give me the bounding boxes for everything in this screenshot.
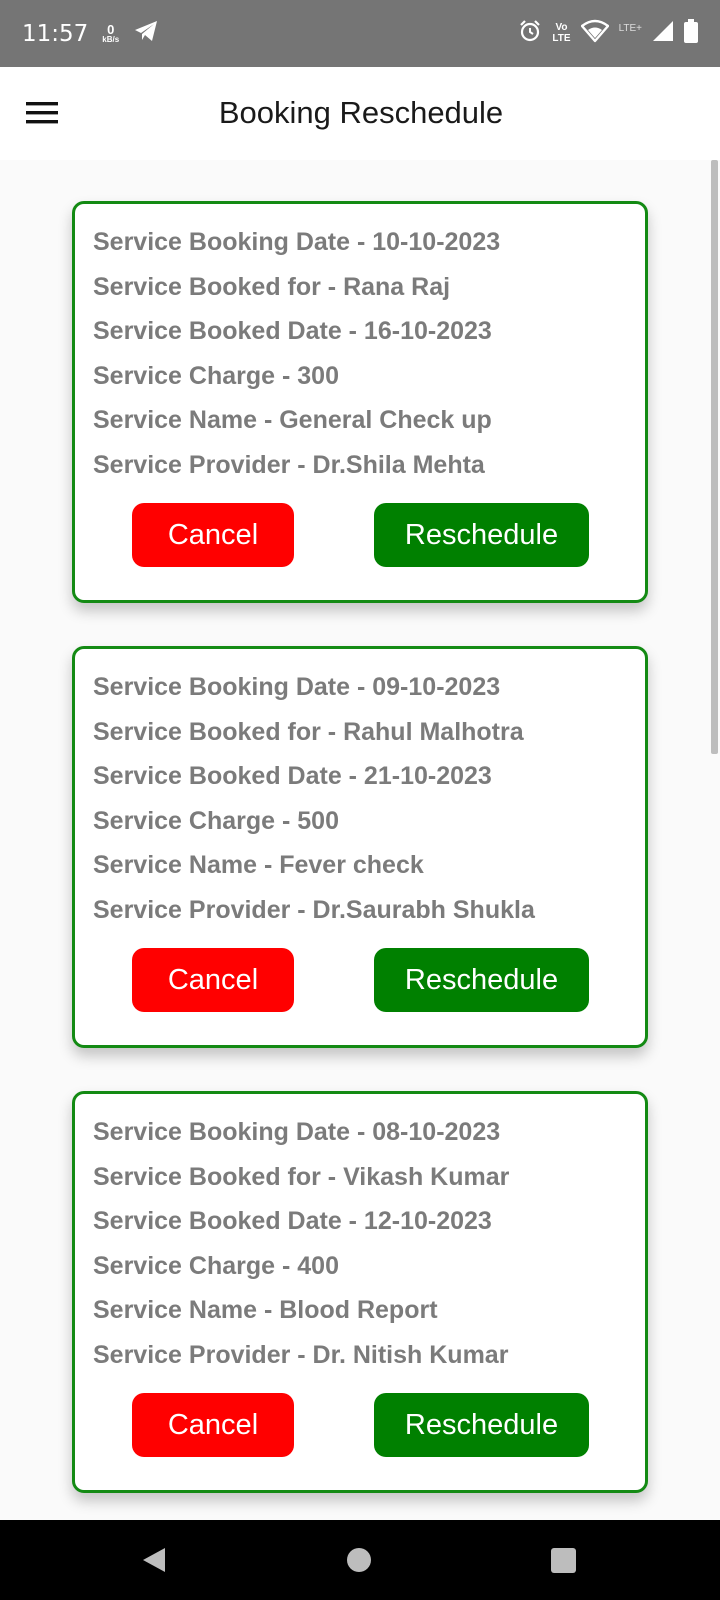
service-provider: Service Provider - Dr. Nitish Kumar — [93, 1340, 509, 1369]
cancel-button[interactable]: Cancel — [132, 1393, 294, 1457]
booked-for: Service Booked for - Rana Raj — [93, 272, 451, 301]
volte-bottom: LTE — [552, 32, 571, 44]
wifi-icon — [580, 19, 609, 48]
cancel-button[interactable]: Cancel — [132, 503, 294, 567]
service-charge: Service Charge - 500 — [93, 806, 339, 835]
service-name: Service Name - Blood Report — [93, 1296, 438, 1324]
telegram-icon — [133, 19, 159, 48]
booking-date: Service Booking Date - 08-10-2023 — [93, 1118, 501, 1146]
booked-date: Service Booked Date - 12-10-2023 — [93, 1207, 492, 1235]
alarm-icon — [518, 19, 542, 48]
home-icon[interactable] — [347, 1548, 371, 1572]
network-speed: 0 kB/s — [102, 23, 119, 44]
reschedule-button[interactable]: Reschedule — [374, 1393, 589, 1457]
volte-icon: Vo LTE — [552, 22, 571, 44]
status-time: 11:57 — [22, 20, 89, 47]
booking-card: Service Booking Date - 08-10-2023 Servic… — [72, 1091, 648, 1493]
signal-icon — [652, 20, 674, 47]
service-provider: Service Provider - Dr.Saurabh Shukla — [93, 895, 535, 924]
cancel-button[interactable]: Cancel — [132, 948, 294, 1012]
network-speed-unit: kB/s — [102, 35, 120, 44]
booking-list[interactable]: Service Booking Date - 10-10-2023 Servic… — [0, 160, 720, 1520]
service-provider: Service Provider - Dr.Shila Mehta — [93, 450, 485, 479]
reschedule-button[interactable]: Reschedule — [374, 503, 589, 567]
system-nav-bar — [0, 1520, 720, 1600]
scrollbar[interactable] — [711, 160, 718, 754]
booking-date: Service Booking Date - 10-10-2023 — [93, 228, 501, 256]
service-charge: Service Charge - 400 — [93, 1251, 339, 1280]
battery-icon — [684, 19, 698, 48]
back-icon[interactable] — [141, 1546, 167, 1579]
app-bar: Booking Reschedule — [0, 67, 720, 160]
service-name: Service Name - General Check up — [93, 406, 492, 434]
booked-for: Service Booked for - Vikash Kumar — [93, 1162, 510, 1191]
booked-for: Service Booked for - Rahul Malhotra — [93, 717, 524, 746]
recents-icon[interactable] — [551, 1548, 576, 1573]
booking-date: Service Booking Date - 09-10-2023 — [93, 673, 501, 701]
booked-date: Service Booked Date - 16-10-2023 — [93, 317, 492, 345]
volte-top: Vo — [555, 22, 568, 33]
service-name: Service Name - Fever check — [93, 851, 424, 879]
reschedule-button[interactable]: Reschedule — [374, 948, 589, 1012]
booking-card: Service Booking Date - 10-10-2023 Servic… — [72, 201, 648, 603]
booking-card: Service Booking Date - 09-10-2023 Servic… — [72, 646, 648, 1048]
page-title: Booking Reschedule — [218, 95, 504, 130]
network-type: LTE+ — [618, 23, 642, 34]
booked-date: Service Booked Date - 21-10-2023 — [93, 762, 492, 790]
status-bar: 11:57 0 kB/s Vo LTE LTE+ — [0, 0, 720, 67]
service-charge: Service Charge - 300 — [93, 361, 339, 390]
